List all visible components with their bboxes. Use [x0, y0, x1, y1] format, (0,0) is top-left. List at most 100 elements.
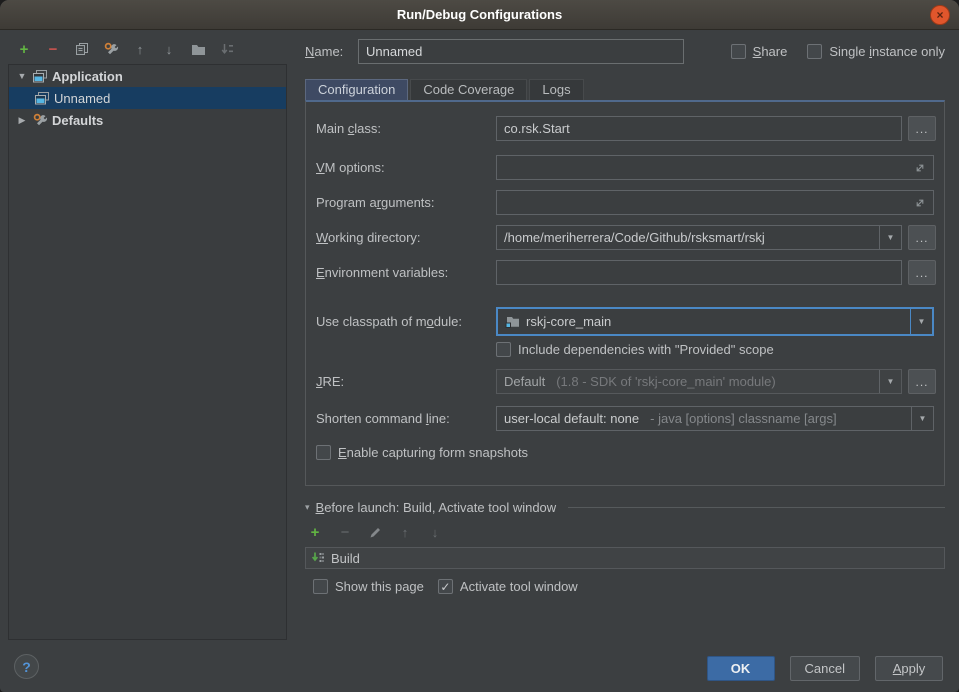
ok-button[interactable]: OK: [707, 656, 775, 681]
sidebar-toolbar: + − ↑ ↓: [8, 36, 287, 62]
browse-icon: ...: [915, 266, 928, 280]
checkbox-box[interactable]: [731, 44, 746, 59]
check-icon: ✓: [440, 581, 450, 593]
close-icon: ×: [936, 9, 943, 21]
application-icon: [35, 92, 50, 105]
checkbox-box[interactable]: [807, 44, 822, 59]
configuration-tab-panel: Main class: co.rsk.Start ... VM options:…: [305, 100, 945, 486]
tree-item-application[interactable]: ▼ Application: [9, 65, 286, 87]
main-class-label: Main class:: [316, 121, 496, 136]
main-class-browse-button[interactable]: ...: [908, 116, 936, 141]
before-launch-header[interactable]: ▾ Before launch: Build, Activate tool wi…: [305, 500, 945, 515]
move-down-icon: ↓: [432, 526, 439, 539]
defaults-wrench-icon: [33, 113, 48, 128]
share-label: Share: [753, 44, 788, 59]
cancel-button[interactable]: Cancel: [790, 656, 860, 681]
sort-configurations-button[interactable]: [219, 41, 235, 57]
build-icon: [311, 551, 326, 565]
environment-variables-row: Environment variables: ...: [316, 260, 934, 285]
checkbox-box[interactable]: [313, 579, 328, 594]
main-class-field[interactable]: co.rsk.Start: [496, 116, 902, 141]
show-this-page-checkbox[interactable]: Show this page: [313, 579, 424, 594]
tab-code-coverage[interactable]: Code Coverage: [410, 79, 527, 100]
run-debug-configurations-dialog: Run/Debug Configurations × + −: [0, 0, 959, 692]
remove-task-button[interactable]: −: [337, 524, 353, 540]
add-task-button[interactable]: +: [307, 524, 323, 540]
dropdown-arrow-icon[interactable]: ▼: [879, 226, 901, 249]
program-arguments-label: Program arguments:: [316, 195, 496, 210]
include-dependencies-label: Include dependencies with "Provided" sco…: [518, 342, 774, 357]
dropdown-arrow-icon[interactable]: ▼: [911, 407, 933, 430]
jre-label: JRE:: [316, 374, 496, 389]
move-up-button[interactable]: ↑: [132, 41, 148, 57]
apply-button[interactable]: Apply: [875, 656, 943, 681]
move-down-button[interactable]: ↓: [161, 41, 177, 57]
wrench-icon: [104, 42, 119, 57]
checkbox-box[interactable]: [316, 445, 331, 460]
tree-item-defaults[interactable]: ▶ Defaults: [9, 109, 286, 131]
shorten-command-line-combo[interactable]: user-local default: none- java [options]…: [496, 406, 934, 431]
before-launch-label: Before launch: Build, Activate tool wind…: [316, 500, 557, 515]
copy-icon: [75, 42, 89, 56]
dialog-buttons: OK Cancel Apply: [707, 656, 943, 681]
edit-defaults-button[interactable]: [103, 41, 119, 57]
name-input[interactable]: [358, 39, 684, 64]
checkbox-box[interactable]: [496, 342, 511, 357]
help-button[interactable]: ?: [14, 654, 39, 679]
enable-capturing-checkbox[interactable]: Enable capturing form snapshots: [316, 445, 934, 460]
tab-bar: Configuration Code Coverage Logs: [305, 78, 945, 100]
browse-icon: ...: [915, 375, 928, 389]
program-arguments-field[interactable]: [496, 190, 934, 215]
environment-variables-field[interactable]: [496, 260, 902, 285]
share-checkbox[interactable]: Share: [731, 44, 788, 59]
working-directory-row: Working directory: /home/meriherrera/Cod…: [316, 225, 934, 250]
activate-tool-window-checkbox[interactable]: ✓ Activate tool window: [438, 579, 578, 594]
dropdown-arrow-icon[interactable]: ▼: [910, 309, 932, 334]
environment-variables-browse-button[interactable]: ...: [908, 260, 936, 285]
program-arguments-row: Program arguments:: [316, 190, 934, 215]
shorten-command-line-label: Shorten command line:: [316, 411, 496, 426]
classpath-module-row: Use classpath of module: rskj-core_main …: [316, 307, 934, 336]
working-directory-label: Working directory:: [316, 230, 496, 245]
dropdown-arrow-icon[interactable]: ▼: [879, 370, 901, 393]
tree-item-unnamed[interactable]: Unnamed: [9, 87, 286, 109]
remove-icon: −: [341, 525, 350, 540]
before-launch-toolbar: + − ↑ ↓: [307, 524, 945, 540]
checkbox-box-checked[interactable]: ✓: [438, 579, 453, 594]
move-up-icon: ↑: [402, 526, 409, 539]
create-folder-button[interactable]: [190, 41, 206, 57]
dialog-title: Run/Debug Configurations: [397, 7, 562, 22]
move-task-up-button[interactable]: ↑: [397, 524, 413, 540]
tab-logs[interactable]: Logs: [529, 79, 583, 100]
before-launch-checkboxes: Show this page ✓ Activate tool window: [305, 579, 945, 594]
expand-field-icon[interactable]: [914, 197, 926, 209]
include-dependencies-checkbox[interactable]: Include dependencies with "Provided" sco…: [496, 342, 934, 357]
jre-row: JRE: Default(1.8 - SDK of 'rskj-core_mai…: [316, 369, 934, 394]
tree-item-label: Unnamed: [54, 91, 110, 106]
vm-options-field[interactable]: [496, 155, 934, 180]
single-instance-checkbox[interactable]: Single instance only: [807, 44, 945, 59]
collapse-section-icon[interactable]: ▾: [305, 502, 310, 513]
expand-field-icon[interactable]: [914, 162, 926, 174]
expand-arrow-icon[interactable]: ▶: [15, 115, 29, 126]
collapse-arrow-icon[interactable]: ▼: [15, 71, 29, 81]
name-row: Name: Share Single instance only: [305, 38, 945, 64]
browse-icon: ...: [915, 231, 928, 245]
vm-options-row: VM options:: [316, 155, 934, 180]
close-button[interactable]: ×: [930, 5, 950, 25]
copy-configuration-button[interactable]: [74, 41, 90, 57]
module-icon: [505, 315, 520, 329]
move-task-down-button[interactable]: ↓: [427, 524, 443, 540]
move-down-icon: ↓: [166, 43, 173, 56]
working-directory-combo[interactable]: /home/meriherrera/Code/Github/rsksmart/r…: [496, 225, 902, 250]
add-configuration-button[interactable]: +: [16, 41, 32, 57]
tab-configuration[interactable]: Configuration: [305, 79, 408, 100]
working-directory-browse-button[interactable]: ...: [908, 225, 936, 250]
remove-configuration-button[interactable]: −: [45, 41, 61, 57]
jre-combo[interactable]: Default(1.8 - SDK of 'rskj-core_main' mo…: [496, 369, 902, 394]
vm-options-label: VM options:: [316, 160, 496, 175]
task-item-build[interactable]: Build: [331, 551, 360, 566]
edit-task-button[interactable]: [367, 524, 383, 540]
classpath-module-combo[interactable]: rskj-core_main ▼: [496, 307, 934, 336]
jre-browse-button[interactable]: ...: [908, 369, 936, 394]
